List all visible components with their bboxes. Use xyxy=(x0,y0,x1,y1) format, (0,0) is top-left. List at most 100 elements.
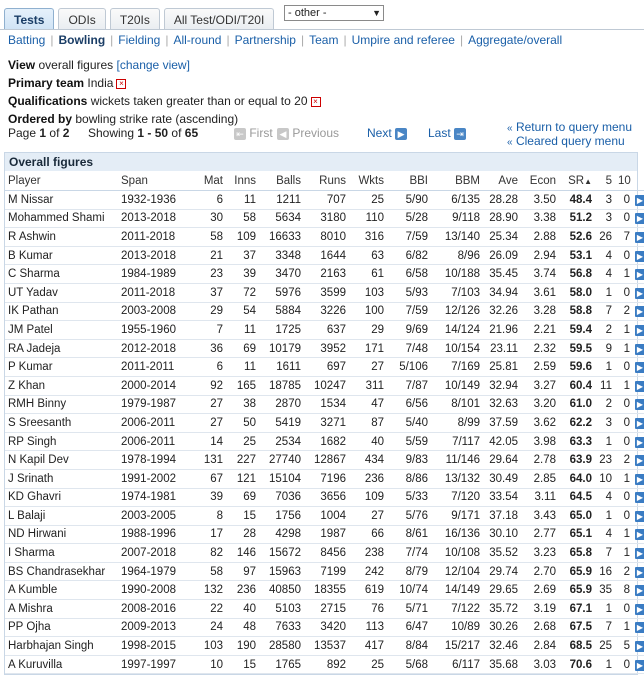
player-link[interactable]: KD Ghavri xyxy=(5,488,118,508)
row-detail-button[interactable]: ▶ xyxy=(633,227,644,247)
table-cell: 2008-2016 xyxy=(118,599,188,619)
nav-umpire-and-referee[interactable]: Umpire and referee xyxy=(352,33,455,47)
column-header-span[interactable]: Span xyxy=(118,171,188,191)
row-detail-button[interactable]: ▶ xyxy=(633,525,644,545)
player-link[interactable]: N Kapil Dev xyxy=(5,450,118,470)
row-detail-button[interactable]: ▶ xyxy=(633,320,644,340)
row-detail-button[interactable]: ▶ xyxy=(633,506,644,526)
column-header-sr[interactable]: SR▲ xyxy=(559,171,595,191)
change-view-link[interactable]: [change view] xyxy=(117,58,190,72)
player-link[interactable]: I Sharma xyxy=(5,543,118,563)
column-header-wkts[interactable]: Wkts xyxy=(349,171,387,191)
row-detail-button[interactable]: ▶ xyxy=(633,562,644,582)
player-link[interactable]: IK Pathan xyxy=(5,302,118,322)
player-link[interactable]: PP Ojha xyxy=(5,618,118,638)
player-link[interactable]: BS Chandrasekhar xyxy=(5,562,118,582)
player-link[interactable]: Harbhajan Singh xyxy=(5,636,118,656)
table-cell: 1 xyxy=(615,320,633,340)
tab-t20is[interactable]: T20Is xyxy=(109,8,160,30)
table-cell: 65.9 xyxy=(559,580,595,601)
row-detail-button[interactable]: ▶ xyxy=(633,636,644,656)
player-link[interactable]: RA Jadeja xyxy=(5,339,118,359)
row-detail-button[interactable]: ▶ xyxy=(633,469,644,489)
row-detail-button[interactable]: ▶ xyxy=(633,488,644,508)
player-link[interactable]: S Sreesanth xyxy=(5,413,118,433)
table-cell: 1 xyxy=(615,618,633,638)
table-cell: 3271 xyxy=(304,413,349,433)
table-cell: 4 xyxy=(595,246,615,266)
row-detail-button[interactable]: ▶ xyxy=(633,264,644,284)
last-page-button[interactable]: Last ⇥ xyxy=(428,126,467,140)
row-detail-button[interactable]: ▶ xyxy=(633,283,644,303)
row-detail-button[interactable]: ▶ xyxy=(633,413,644,433)
column-header-mat[interactable]: Mat xyxy=(188,171,226,191)
column-header-bbi[interactable]: BBI xyxy=(387,171,431,191)
player-link[interactable]: J Srinath xyxy=(5,469,118,489)
table-cell: 6 xyxy=(188,190,226,210)
row-detail-button[interactable]: ▶ xyxy=(633,450,644,470)
nav-aggregate-overall[interactable]: Aggregate/overall xyxy=(468,33,562,47)
column-header-bbm[interactable]: BBM xyxy=(431,171,483,191)
table-cell: 14/124 xyxy=(431,320,483,340)
player-link[interactable]: M Nissar xyxy=(5,190,118,210)
row-detail-button[interactable]: ▶ xyxy=(633,357,644,377)
row-detail-button[interactable]: ▶ xyxy=(633,246,644,266)
tab-odis[interactable]: ODIs xyxy=(58,8,106,30)
player-link[interactable]: Z Khan xyxy=(5,376,118,396)
row-detail-button[interactable]: ▶ xyxy=(633,302,644,322)
next-page-button[interactable]: Next ▶ xyxy=(367,126,408,140)
row-detail-button[interactable]: ▶ xyxy=(633,209,644,229)
player-link[interactable]: RMH Binny xyxy=(5,395,118,415)
row-detail-button[interactable]: ▶ xyxy=(633,190,644,210)
column-header-inns[interactable]: Inns xyxy=(226,171,259,191)
table-cell: 3.03 xyxy=(521,655,559,675)
row-detail-button[interactable]: ▶ xyxy=(633,432,644,452)
player-link[interactable]: RP Singh xyxy=(5,432,118,452)
column-header-ave[interactable]: Ave xyxy=(483,171,521,191)
player-link[interactable]: B Kumar xyxy=(5,246,118,266)
column-header-econ[interactable]: Econ xyxy=(521,171,559,191)
tab-tests[interactable]: Tests xyxy=(4,8,55,30)
table-cell: 7 xyxy=(595,302,615,322)
player-link[interactable]: UT Yadav xyxy=(5,283,118,303)
player-link[interactable]: A Mishra xyxy=(5,599,118,619)
nav-batting[interactable]: Batting xyxy=(8,33,45,47)
player-link[interactable]: L Balaji xyxy=(5,506,118,526)
column-header-10[interactable]: 10 xyxy=(615,171,633,191)
remove-icon[interactable]: × xyxy=(310,96,321,107)
player-link[interactable]: R Ashwin xyxy=(5,227,118,247)
table-cell: 9/118 xyxy=(431,209,483,229)
player-link[interactable]: A Kumble xyxy=(5,580,118,601)
player-link[interactable]: C Sharma xyxy=(5,264,118,284)
player-link[interactable]: P Kumar xyxy=(5,357,118,377)
row-detail-button[interactable]: ▶ xyxy=(633,543,644,563)
other-select[interactable]: - other - ▼ xyxy=(284,5,384,21)
tab-all-test-odi-t20i[interactable]: All Test/ODI/T20I xyxy=(163,8,275,30)
column-header-player[interactable]: Player xyxy=(5,171,118,191)
nav-all-round[interactable]: All-round xyxy=(173,33,221,47)
nav-team[interactable]: Team xyxy=(309,33,338,47)
remove-icon[interactable]: × xyxy=(116,78,127,89)
nav-partnership[interactable]: Partnership xyxy=(235,33,296,47)
row-detail-button[interactable]: ▶ xyxy=(633,655,644,675)
table-cell: 0 xyxy=(615,432,633,452)
nav-bowling[interactable]: Bowling xyxy=(58,33,105,47)
column-header-5[interactable]: 5 xyxy=(595,171,615,191)
column-header-balls[interactable]: Balls xyxy=(259,171,304,191)
player-link[interactable]: ND Hirwani xyxy=(5,525,118,545)
return-to-query-link[interactable]: Return to query menu xyxy=(516,120,632,134)
row-detail-button[interactable]: ▶ xyxy=(633,376,644,396)
table-cell: 1984-1989 xyxy=(118,264,188,284)
row-detail-button[interactable]: ▶ xyxy=(633,618,644,638)
row-detail-button[interactable]: ▶ xyxy=(633,339,644,359)
player-link[interactable]: JM Patel xyxy=(5,320,118,340)
row-detail-button[interactable]: ▶ xyxy=(633,580,644,601)
row-detail-button[interactable]: ▶ xyxy=(633,395,644,415)
cleared-query-link[interactable]: Cleared query menu xyxy=(516,134,625,148)
player-link[interactable]: Mohammed Shami xyxy=(5,209,118,229)
column-header-runs[interactable]: Runs xyxy=(304,171,349,191)
table-cell: 7 xyxy=(595,543,615,563)
row-detail-button[interactable]: ▶ xyxy=(633,599,644,619)
nav-fielding[interactable]: Fielding xyxy=(118,33,160,47)
player-link[interactable]: A Kuruvilla xyxy=(5,655,118,675)
